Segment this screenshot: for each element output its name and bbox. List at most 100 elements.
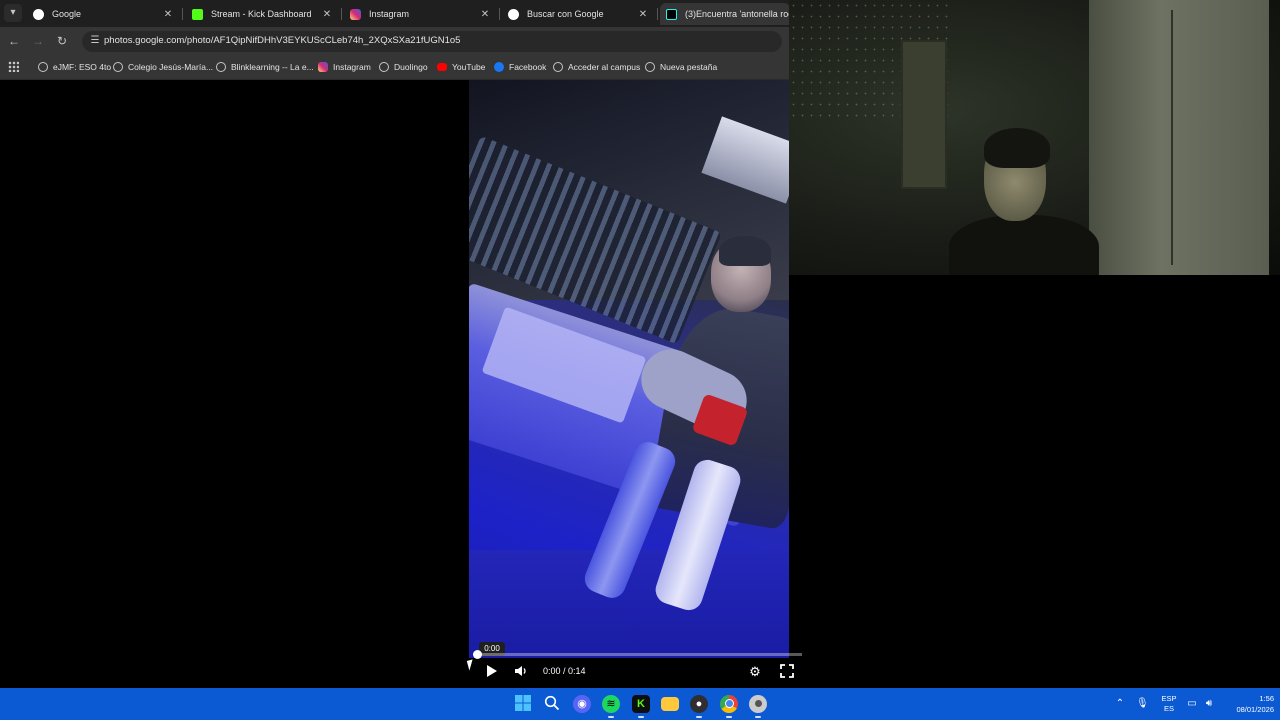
bookmark-label: Instagram	[333, 62, 371, 72]
bookmark-label: eJMF: ESO 4to	[53, 62, 112, 72]
tab-search-button[interactable]: ▾	[4, 4, 22, 22]
address-bar[interactable]: ☰ photos.google.com/photo/AF1QipNifDHhV3…	[82, 31, 782, 52]
site-info-icon[interactable]: ☰	[88, 34, 102, 48]
webcam-overlay	[789, 0, 1280, 275]
mouse-cursor	[466, 659, 476, 671]
tab-google[interactable]: Google ✕	[27, 3, 180, 25]
tab-title: Stream - Kick Dashboard	[211, 9, 312, 19]
webcam-person-body	[949, 215, 1099, 275]
network-icon[interactable]: ▭	[1186, 696, 1198, 712]
bookmark-facebook[interactable]: Facebook	[494, 60, 546, 74]
webcam-person-hair	[984, 128, 1050, 168]
bookmark-label: Acceder al campus	[568, 62, 641, 72]
google-g-icon	[33, 8, 44, 20]
bookmark-label: Colegio Jesús-María...	[128, 62, 214, 72]
close-icon[interactable]: ✕	[637, 9, 649, 20]
play-icon	[487, 665, 497, 677]
bookmark-colegio[interactable]: Colegio Jesús-María...	[113, 60, 213, 74]
bookmark-acceder-campus[interactable]: Acceder al campus	[553, 60, 640, 74]
tab-separator	[657, 8, 658, 20]
tab-separator	[341, 8, 342, 20]
tab-title: Buscar con Google	[527, 9, 604, 19]
globe-icon	[38, 62, 48, 72]
reload-icon[interactable]: ↻	[54, 33, 70, 49]
globe-icon	[645, 62, 655, 72]
youtube-icon	[437, 63, 447, 71]
system-clock[interactable]: 1:56 08/01/2026	[1222, 693, 1274, 715]
instagram-icon	[350, 8, 361, 20]
chrome-icon[interactable]	[720, 695, 738, 718]
spotify-icon[interactable]: ≋	[602, 695, 620, 718]
language-code: ESP	[1161, 694, 1177, 703]
globe-icon	[553, 62, 563, 72]
webcam-wardrobe	[1089, 0, 1269, 275]
obs-icon[interactable]: ●	[690, 695, 708, 718]
file-explorer-icon[interactable]	[661, 697, 679, 711]
facebook-icon	[494, 62, 504, 72]
volume-icon	[515, 666, 526, 676]
kick-icon	[192, 8, 203, 20]
discord-icon[interactable]: ◉	[573, 695, 591, 713]
bookmark-instagram[interactable]: Instagram	[318, 60, 371, 74]
fullscreen-button[interactable]	[779, 664, 795, 682]
bookmark-ejmf[interactable]: eJMF: ESO 4to	[38, 60, 111, 74]
video-scene-hair	[719, 236, 771, 266]
forward-arrow-icon[interactable]: →	[30, 33, 46, 49]
show-hidden-icons-chevron-icon[interactable]: ⌃	[1114, 696, 1126, 712]
video-time-display: 0:00 / 0:14	[543, 666, 586, 676]
play-button[interactable]	[485, 664, 499, 682]
tab-instagram[interactable]: Instagram ✕	[344, 3, 497, 25]
bookmark-duolingo[interactable]: Duolingo	[379, 60, 428, 74]
windows-taskbar: ◉ ≋ K ● ⌃ 🎙︎ ESP ES ▭ 🔊︎ 1:56 08/01/2026	[0, 688, 1280, 720]
webcam-wall-mirror	[901, 40, 947, 189]
browser-toolbar: ← → ↻ ☰ photos.google.com/photo/AF1QipNi…	[0, 27, 790, 55]
bookmark-label: Nueva pestaña	[660, 62, 718, 72]
url-text[interactable]: photos.google.com/photo/AF1QipNifDHhV3EY…	[104, 35, 460, 46]
globe-icon	[216, 62, 226, 72]
webcam-wardrobe-seam	[1171, 10, 1173, 265]
tab-title: (3)Encuentra 'antonella rocuzz	[685, 9, 790, 19]
globe-icon	[379, 62, 389, 72]
volume-button[interactable]	[513, 664, 529, 682]
search-icon[interactable]	[543, 695, 561, 713]
bookmark-youtube[interactable]: YouTube	[437, 60, 485, 74]
google-g-icon	[508, 8, 519, 20]
tab-title: Instagram	[369, 9, 410, 19]
globe-icon	[113, 62, 123, 72]
bookmark-label: Blinklearning -- La e...	[231, 62, 314, 72]
bookmark-label: Duolingo	[394, 62, 428, 72]
tab-buscar-con-google[interactable]: Buscar con Google ✕	[502, 3, 655, 25]
close-icon[interactable]: ✕	[321, 9, 333, 20]
seek-thumb[interactable]	[473, 650, 482, 659]
bookmark-nueva-pestana[interactable]: Nueva pestaña	[645, 60, 717, 74]
clock-time: 1:56	[1259, 694, 1274, 703]
bookmark-label: Facebook	[509, 62, 547, 72]
tab-separator	[182, 8, 183, 20]
chrome-alt-icon[interactable]	[749, 695, 767, 718]
bookmark-blinklearning[interactable]: Blinklearning -- La e...	[216, 60, 314, 74]
tab-tiktok-active[interactable]: (3)Encuentra 'antonella rocuzz	[660, 3, 790, 25]
apps-grid-icon[interactable]	[8, 61, 19, 72]
tab-kick-dashboard[interactable]: Stream - Kick Dashboard ✕	[186, 3, 339, 25]
input-language-indicator[interactable]: ESP ES	[1158, 694, 1180, 714]
windows-start-icon[interactable]	[514, 695, 532, 713]
keyboard-layout-code: ES	[1163, 704, 1174, 713]
gear-icon: ⚙	[749, 664, 761, 679]
tiktok-icon	[666, 8, 677, 20]
settings-button[interactable]: ⚙	[747, 664, 763, 680]
bookmarks-bar: eJMF: ESO 4to Colegio Jesús-María... Bli…	[0, 55, 790, 80]
speaker-icon[interactable]: 🔊︎	[1203, 696, 1215, 712]
bookmark-label: YouTube	[452, 62, 486, 72]
fullscreen-icon	[780, 664, 794, 678]
video-frame[interactable]	[469, 80, 789, 658]
seek-bar[interactable]	[473, 650, 802, 659]
instagram-icon	[318, 62, 328, 72]
tab-strip: ▾ Google ✕ Stream - Kick Dashboard ✕ Ins…	[0, 0, 790, 27]
kick-icon[interactable]: K	[632, 695, 650, 718]
close-icon[interactable]: ✕	[162, 9, 174, 20]
tab-separator	[499, 8, 500, 20]
microphone-icon[interactable]: 🎙︎	[1136, 696, 1149, 712]
tab-title: Google	[52, 9, 82, 19]
close-icon[interactable]: ✕	[479, 9, 491, 20]
back-arrow-icon[interactable]: ←	[6, 33, 22, 49]
